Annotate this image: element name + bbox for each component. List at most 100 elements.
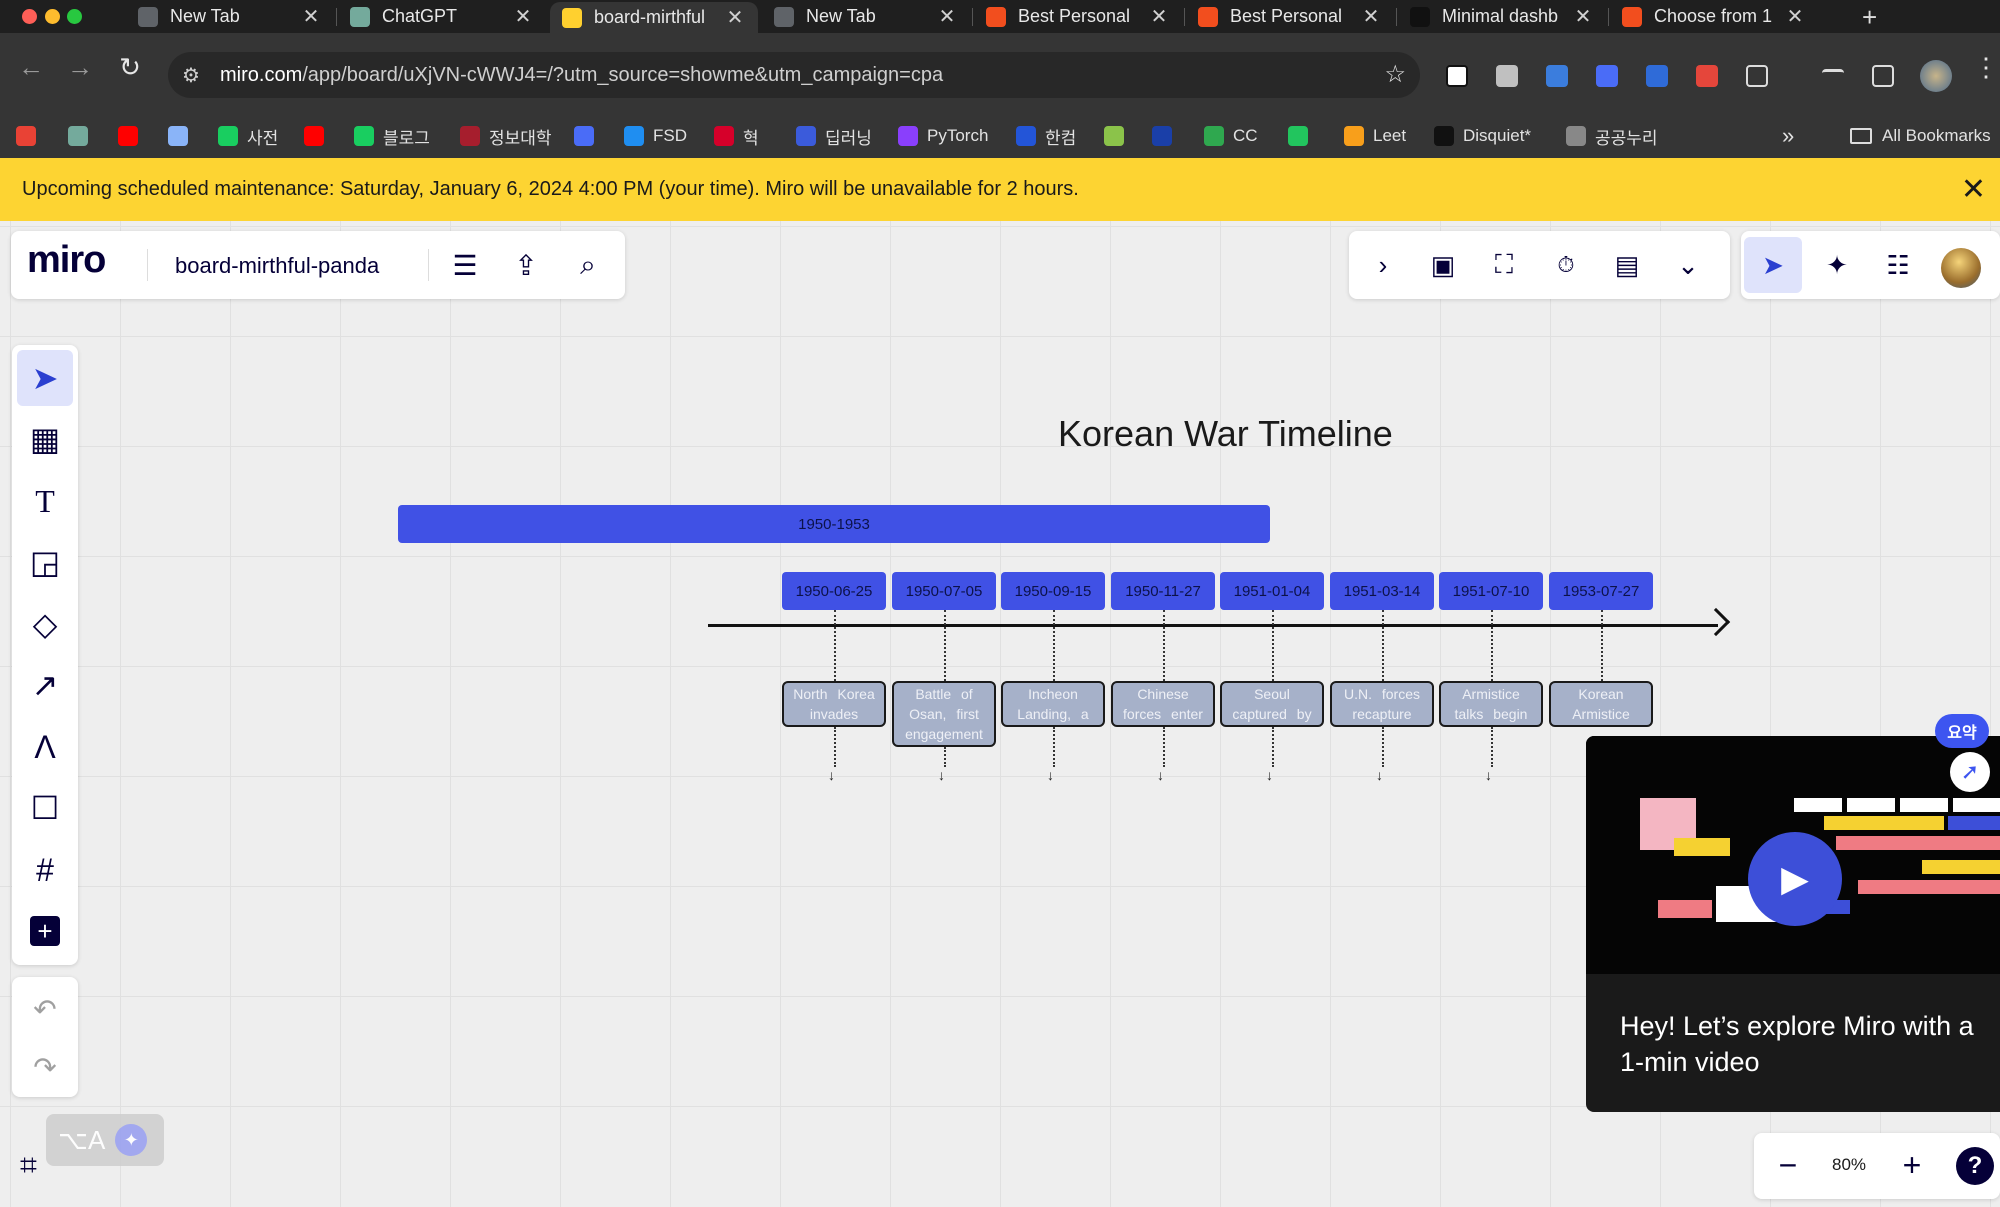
- notion-extension-icon[interactable]: [1446, 65, 1468, 87]
- bookmark-item[interactable]: Leet: [1344, 114, 1406, 158]
- extension-icon[interactable]: [1496, 65, 1518, 87]
- more-chevron-icon[interactable]: ⌄: [1670, 247, 1706, 283]
- comments-icon[interactable]: ☷: [1880, 247, 1916, 283]
- pen-icon[interactable]: Λ: [17, 719, 73, 775]
- help-button[interactable]: ?: [1956, 1147, 1994, 1185]
- extension-icon[interactable]: [1596, 65, 1618, 87]
- close-window-icon[interactable]: [22, 9, 37, 24]
- undo-icon[interactable]: ↶: [17, 981, 73, 1037]
- templates-icon[interactable]: ▦: [17, 411, 73, 467]
- minimize-window-icon[interactable]: [45, 9, 60, 24]
- bookmark-item[interactable]: 한컴: [1016, 114, 1076, 158]
- event-date-chip[interactable]: 1951-07-10: [1439, 572, 1543, 610]
- close-tab-icon[interactable]: ✕: [300, 4, 322, 29]
- text-tool-icon[interactable]: T: [17, 473, 73, 529]
- kebab-menu-icon[interactable]: ⋮: [1973, 49, 1999, 85]
- bookmark-star-icon[interactable]: ☆: [1384, 60, 1406, 89]
- board-canvas[interactable]: miro board-mirthful-panda ☰ ⇪ ⌕ › ▣ ⛶ ⏱ …: [0, 221, 2000, 1207]
- select-tool-icon[interactable]: ➤: [17, 350, 73, 406]
- extension-icon[interactable]: [1646, 65, 1668, 87]
- bookmark-item[interactable]: PyTorch: [898, 114, 988, 158]
- close-icon[interactable]: ✕: [1961, 172, 1986, 207]
- summary-badge[interactable]: 요약: [1935, 714, 1989, 748]
- play-icon[interactable]: ▶: [1748, 832, 1842, 926]
- browser-tab[interactable]: board-mirthful ✕: [550, 2, 758, 33]
- event-date-chip[interactable]: 1950-09-15: [1001, 572, 1105, 610]
- add-apps-icon[interactable]: +: [17, 903, 73, 959]
- bookmark-item[interactable]: 정보대학: [460, 114, 552, 158]
- bookmark-item[interactable]: 블로그: [354, 114, 430, 158]
- focus-frame-icon[interactable]: ⛶: [1486, 247, 1522, 283]
- browser-tab[interactable]: Best Personal ✕: [1186, 0, 1394, 33]
- present-icon[interactable]: ▣: [1425, 247, 1461, 283]
- bookmark-item[interactable]: CC: [1204, 114, 1258, 158]
- close-tab-icon[interactable]: ✕: [512, 4, 534, 29]
- bookmark-item[interactable]: [168, 114, 197, 158]
- miro-logo[interactable]: miro: [27, 239, 106, 282]
- forward-icon[interactable]: →: [62, 49, 98, 85]
- close-tab-icon[interactable]: ✕: [1360, 4, 1382, 29]
- bookmark-item[interactable]: 혁: [714, 114, 759, 158]
- redo-icon[interactable]: ↷: [17, 1039, 73, 1095]
- frame-icon[interactable]: #: [17, 842, 73, 898]
- bookmark-item[interactable]: [1104, 114, 1133, 158]
- side-panel-icon[interactable]: [1872, 65, 1894, 87]
- share-upload-icon[interactable]: ⇪: [508, 247, 544, 283]
- reload-icon[interactable]: ↻: [112, 49, 148, 85]
- address-bar[interactable]: ⚙ miro.com/app/board/uXjVN-cWWJ4=/?utm_s…: [168, 52, 1420, 98]
- board-name[interactable]: board-mirthful-panda: [175, 253, 379, 279]
- timeline-title[interactable]: Korean War Timeline: [1058, 413, 1393, 455]
- sticky-note-icon[interactable]: ◲: [17, 534, 73, 590]
- close-tab-icon[interactable]: ✕: [1572, 4, 1594, 29]
- bookmark-item[interactable]: [118, 114, 147, 158]
- event-card[interactable]: Seoul captured by: [1220, 681, 1324, 727]
- event-card[interactable]: Chinese forces enter: [1111, 681, 1215, 727]
- bookmark-item[interactable]: [1152, 114, 1181, 158]
- site-info-icon[interactable]: ⚙: [182, 63, 200, 88]
- video-thumbnail[interactable]: ▶: [1586, 736, 2000, 974]
- browser-tab[interactable]: Minimal dashb ✕: [1398, 0, 1606, 33]
- notes-icon[interactable]: ▤: [1609, 247, 1645, 283]
- timer-icon[interactable]: ⏱: [1548, 247, 1584, 283]
- zoom-in-button[interactable]: +: [1894, 1147, 1930, 1183]
- event-date-chip[interactable]: 1950-06-25: [782, 572, 886, 610]
- shapes-icon[interactable]: ◇: [17, 596, 73, 652]
- event-date-chip[interactable]: 1951-03-14: [1330, 572, 1434, 610]
- maximize-window-icon[interactable]: [67, 9, 82, 24]
- main-menu-icon[interactable]: ☰: [447, 247, 483, 283]
- bookmark-item[interactable]: 딥러닝: [796, 114, 872, 158]
- extension-icon[interactable]: [1696, 65, 1718, 87]
- shortcut-chip[interactable]: ⌥A ✦: [46, 1114, 164, 1166]
- close-tab-icon[interactable]: ✕: [1784, 4, 1806, 29]
- browser-tab[interactable]: New Tab ✕: [126, 0, 334, 33]
- period-bar[interactable]: 1950-1953: [398, 505, 1270, 543]
- event-date-chip[interactable]: 1951-01-04: [1220, 572, 1324, 610]
- cursor-mode-icon[interactable]: ➤: [1744, 237, 1802, 293]
- event-card[interactable]: North Korea invades: [782, 681, 886, 727]
- expand-chevron-icon[interactable]: ›: [1365, 247, 1401, 283]
- extension-icon[interactable]: [1546, 65, 1568, 87]
- zoom-out-button[interactable]: −: [1770, 1147, 1806, 1183]
- timeline-axis[interactable]: [708, 624, 1718, 627]
- bookmark-item[interactable]: Disquiet*: [1434, 114, 1531, 158]
- event-date-chip[interactable]: 1950-11-27: [1111, 572, 1215, 610]
- close-tab-icon[interactable]: ✕: [1148, 4, 1170, 29]
- event-card[interactable]: U.N. forces recapture: [1330, 681, 1434, 727]
- more-bookmarks-icon[interactable]: »: [1782, 114, 1794, 158]
- zoom-level[interactable]: 80%: [1832, 1155, 1866, 1175]
- connection-line-icon[interactable]: ↗: [17, 657, 73, 713]
- bookmark-item[interactable]: [574, 114, 603, 158]
- browser-tab[interactable]: Best Personal ✕: [974, 0, 1182, 33]
- event-card[interactable]: Korean Armistice: [1549, 681, 1653, 727]
- comment-icon[interactable]: ☐: [17, 780, 73, 836]
- browser-tab[interactable]: New Tab ✕: [762, 0, 970, 33]
- extensions-puzzle-icon[interactable]: [1746, 65, 1768, 87]
- browser-tab[interactable]: Choose from 1 ✕: [1610, 0, 1818, 33]
- close-tab-icon[interactable]: ✕: [936, 4, 958, 29]
- media-control-icon[interactable]: [1822, 69, 1844, 83]
- frames-panel-icon[interactable]: ⌗: [20, 1149, 37, 1183]
- user-avatar[interactable]: [1941, 248, 1981, 288]
- reactions-icon[interactable]: ✦: [1819, 247, 1855, 283]
- assistant-rocket-icon[interactable]: ➚: [1950, 752, 1990, 792]
- bookmark-item[interactable]: 사전: [218, 114, 278, 158]
